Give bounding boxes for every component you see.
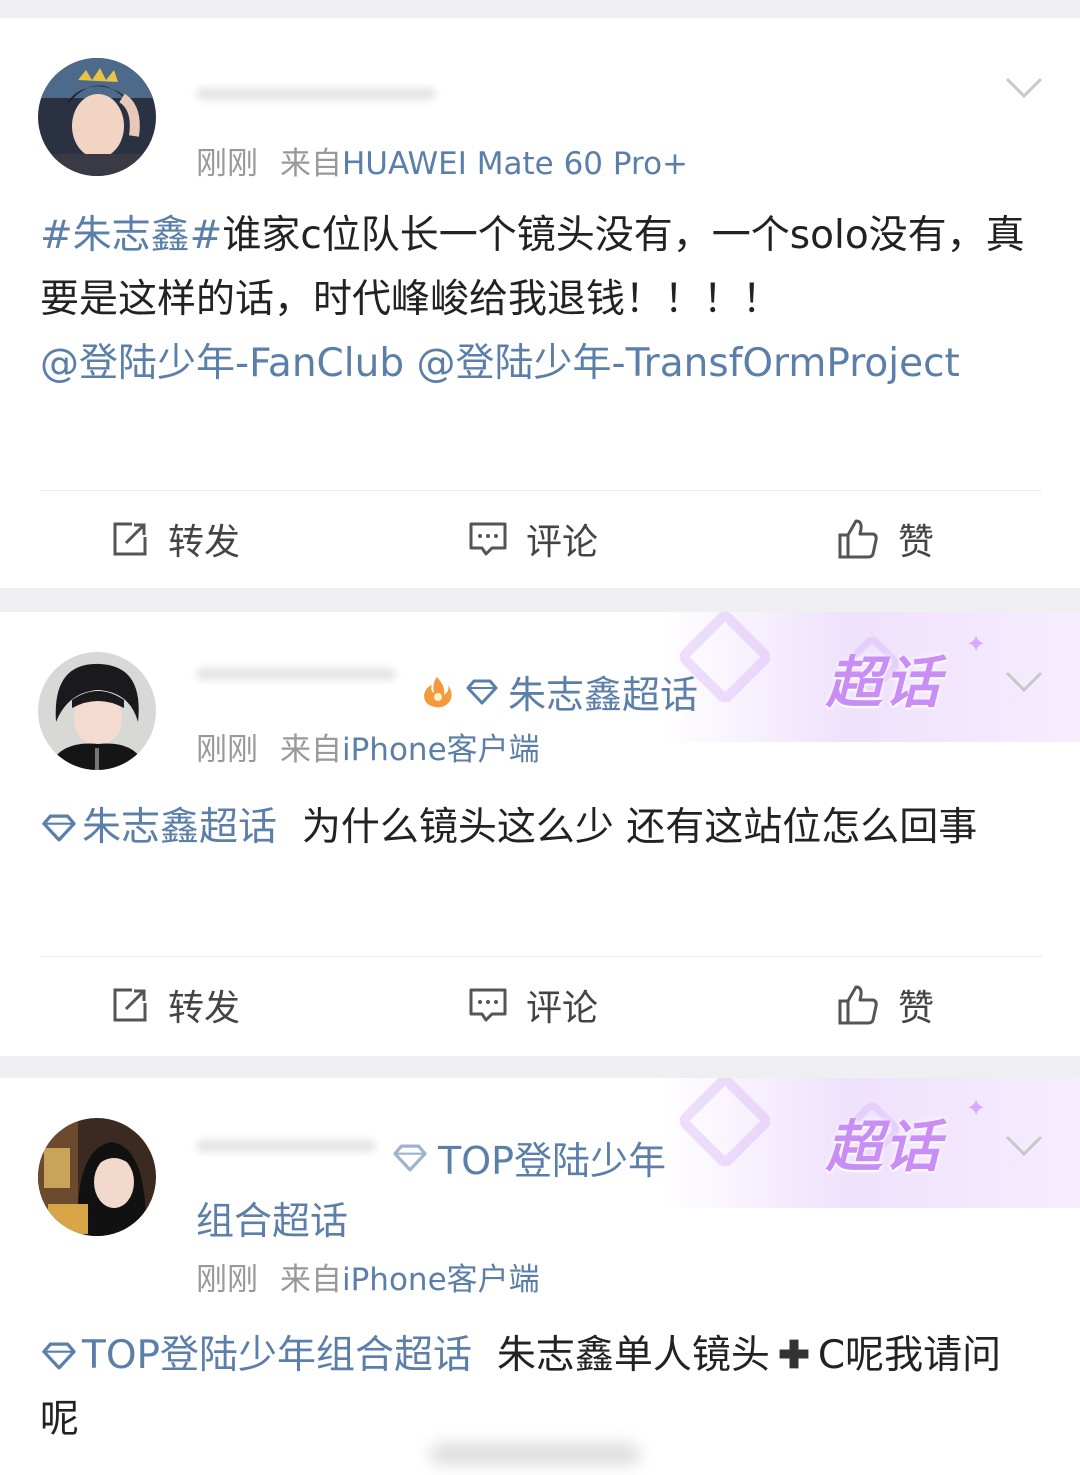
post-meta: 刚刚 来自iPhone客户端 [196,724,540,769]
like-label: 赞 [898,988,935,1029]
super-topic-diamond-icon [466,679,498,704]
super-topic-link[interactable]: 朱志鑫超话 [40,805,277,850]
username-blurred[interactable] [196,88,436,100]
post-time: 刚刚 [196,732,258,768]
divider [40,956,1042,957]
plus-icon [779,1339,809,1369]
post-content: #朱志鑫#谁家c位队长一个镜头没有，一个solo没有，真要是这样的话，时代峰峻给… [40,204,1040,396]
chevron-down-icon[interactable] [1004,1134,1044,1158]
mention-link[interactable]: @登陆少年-TransfOrmProject [417,341,960,386]
super-topic-badge-label: 组合超话 [196,1199,349,1243]
comment-button[interactable]: 评论 [468,494,598,584]
avatar[interactable] [38,652,156,770]
post-text: 为什么镜头这么少 还有这站位怎么回事 [301,805,978,850]
post-meta: 刚刚 来自iPhone客户端 [196,1254,540,1299]
super-topic-link-label: 朱志鑫超话 [82,805,278,850]
repost-button[interactable]: 转发 [110,960,240,1050]
chevron-down-icon[interactable] [1004,76,1044,100]
from-prefix: 来自 [280,732,342,768]
diamond-decoration [675,1078,775,1171]
hashtag-link[interactable]: #朱志鑫# [40,213,222,258]
post-time: 刚刚 [196,1262,258,1298]
post-source[interactable]: iPhone客户端 [342,1262,540,1298]
like-label: 赞 [898,522,935,563]
super-topic-badge-continued[interactable]: 组合超话 [196,1190,348,1245]
super-topic-link-label: TOP登陆少年组合超话 [82,1333,473,1378]
post-card[interactable]: ✦ 超话 TOP登陆少年 组合超话 刚刚 来自iPhone客户端 TOP登陆少年… [0,1078,1080,1475]
repost-label: 转发 [168,522,241,563]
post-content: TOP登陆少年组合超话 朱志鑫单人镜头 C呢我请问呢 [40,1324,1040,1452]
thumbs-up-icon [838,519,878,559]
action-bar: 转发 评论 赞 [0,960,1080,1050]
repost-label: 转发 [168,988,241,1029]
weibo-feed: 刚刚 来自HUAWEI Mate 60 Pro+ #朱志鑫#谁家c位队长一个镜头没… [0,0,1080,1475]
avatar[interactable] [38,1118,156,1236]
from-prefix: 来自 [280,146,342,182]
super-topic-diamond-icon [42,1342,76,1370]
action-bar: 转发 评论 赞 [0,494,1080,584]
mention-link[interactable]: @登陆少年-FanClub [40,341,404,386]
sparkle-icon: ✦ [966,630,987,658]
avatar[interactable] [38,58,156,176]
blurred-region [430,1443,640,1465]
post-meta: 刚刚 来自HUAWEI Mate 60 Pro+ [196,138,688,183]
repost-icon [113,988,147,1022]
username-blurred[interactable] [196,1140,376,1152]
from-prefix: 来自 [280,1262,342,1298]
super-topic-diamond-icon [393,1144,427,1171]
sparkle-icon: ✦ [966,1094,987,1122]
post-content: 朱志鑫超话 为什么镜头这么少 还有这站位怎么回事 [40,796,1040,860]
like-button[interactable]: 赞 [836,494,934,584]
super-topic-badge[interactable]: 朱志鑫超话 [420,664,698,719]
post-source[interactable]: iPhone客户端 [342,732,540,768]
super-topic-banner-label: 超话 [826,651,942,716]
post-card[interactable]: ✦ 超话 朱志鑫超话 刚刚 来自iPhone客户端 朱志鑫超话 为什么镜头这么少… [0,612,1080,1056]
divider [40,490,1042,491]
thumbs-up-icon [838,985,878,1025]
username-blurred[interactable] [196,668,396,680]
super-topic-badge[interactable]: TOP登陆少年 [392,1130,666,1185]
super-topic-banner-label: 超话 [826,1115,942,1180]
super-topic-diamond-icon [42,814,76,842]
comment-label: 评论 [526,988,599,1029]
super-topic-badge-label: 朱志鑫超话 [508,673,699,717]
comment-icon [469,522,507,556]
comment-icon [469,988,507,1022]
super-topic-badge-label: TOP登陆少年 [438,1139,667,1183]
chevron-down-icon[interactable] [1004,670,1044,694]
super-topic-link[interactable]: TOP登陆少年组合超话 [40,1333,472,1378]
repost-button[interactable]: 转发 [110,494,240,584]
comment-label: 评论 [526,522,599,563]
post-time: 刚刚 [196,146,258,182]
repost-icon [113,522,147,556]
comment-button[interactable]: 评论 [468,960,598,1050]
post-source[interactable]: HUAWEI Mate 60 Pro+ [342,146,688,182]
fire-badge-icon [424,676,452,707]
post-card[interactable]: 刚刚 来自HUAWEI Mate 60 Pro+ #朱志鑫#谁家c位队长一个镜头没… [0,18,1080,588]
like-button[interactable]: 赞 [836,960,934,1050]
post-text: 朱志鑫单人镜头 [496,1333,770,1378]
